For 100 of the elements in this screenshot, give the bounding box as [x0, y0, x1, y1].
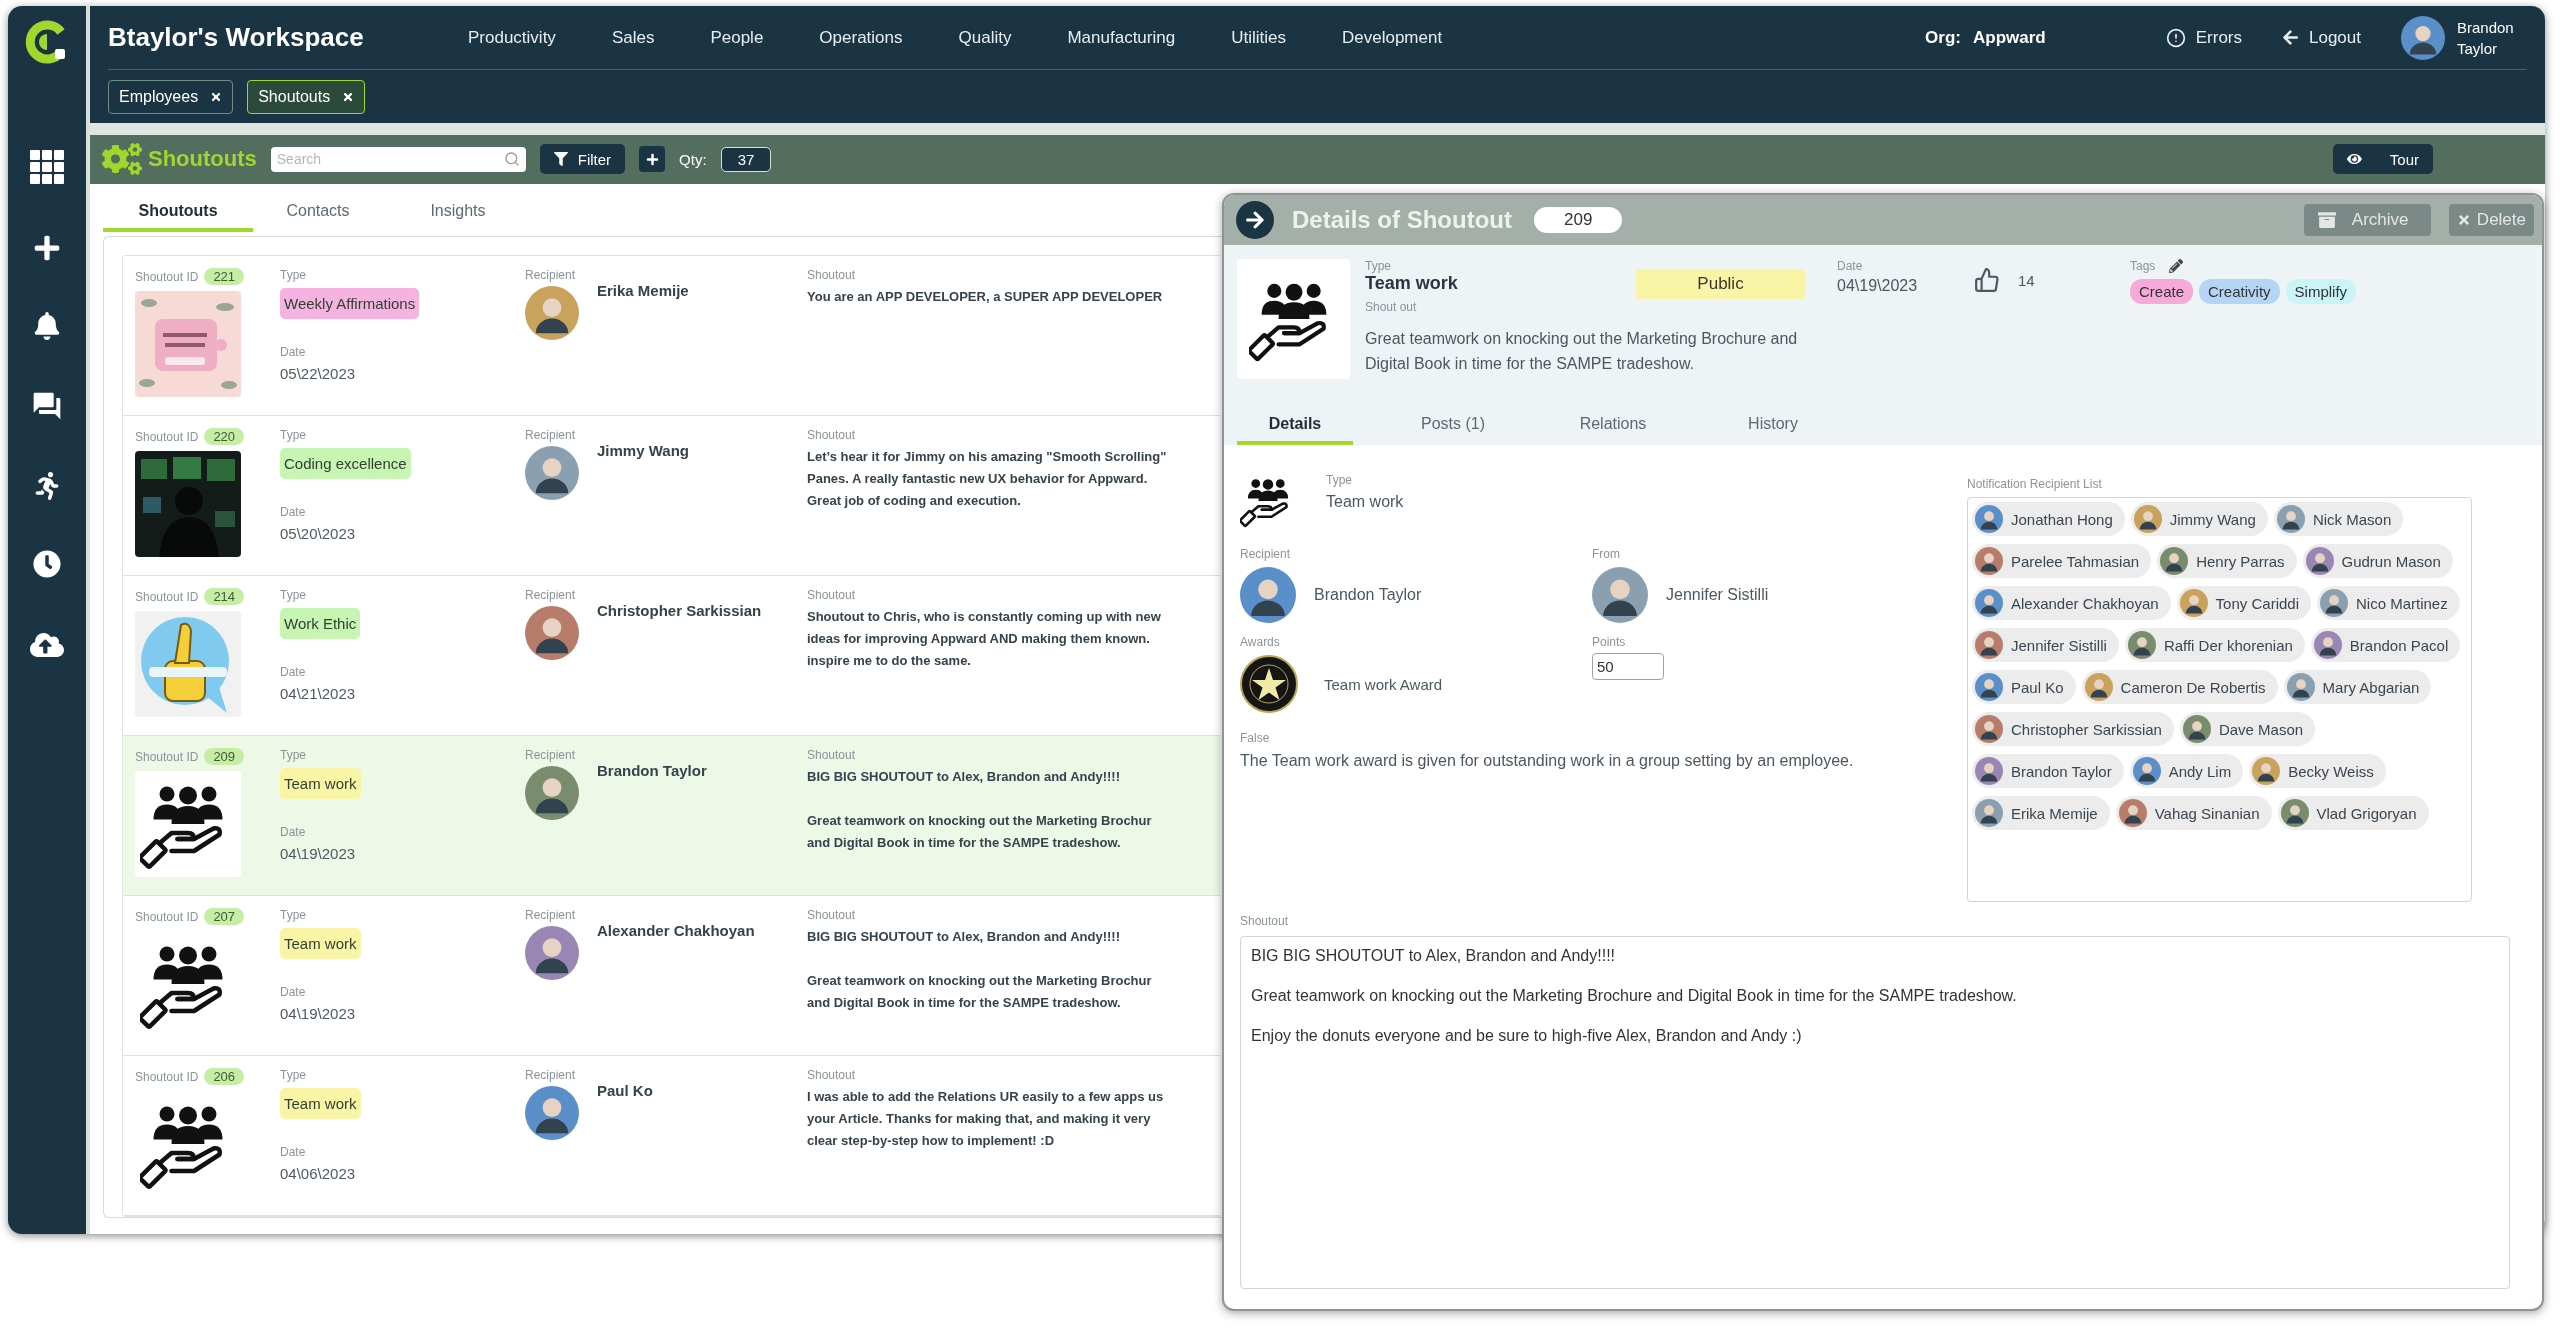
- app-grid-icon[interactable]: [30, 150, 64, 184]
- list-row[interactable]: Shoutout ID 221 Type Weekly Affirmations Date 05\22\2023 Recipient Erika Memije Shoutout You are an APP DEVELOPER, a SUPER APP DEVELOPER: [123, 256, 1220, 416]
- shoutout-text: Great teamwork on knocking out the Marketing Brochur and Digital Book in time for the SAMPE tradeshow.: [807, 972, 1153, 1012]
- field-label: Shoutout ID: [135, 749, 199, 764]
- award-description: The Team work award is given for outstanding work in a group setting by an employee.: [1240, 751, 1855, 771]
- avatar: [525, 286, 579, 340]
- field-label: Date: [280, 505, 307, 519]
- list-row[interactable]: [123, 736, 1220, 896]
- tour-button[interactable]: Tour: [2333, 144, 2433, 175]
- logout-link[interactable]: Logout: [2282, 27, 2361, 48]
- id-badge: 207: [204, 908, 245, 925]
- open-tab[interactable]: Employees: [108, 79, 234, 114]
- recipient-chip: Raffi Der khorenian: [2124, 628, 2305, 662]
- nav-item[interactable]: Operations: [819, 27, 903, 48]
- tab[interactable]: Contacts: [253, 202, 383, 232]
- errors-link[interactable]: Errors: [2165, 27, 2242, 48]
- recipient-name: Alexander Chakhoyan: [597, 922, 756, 939]
- tab[interactable]: Posts (1): [1393, 415, 1513, 445]
- tab[interactable]: Relations: [1553, 415, 1673, 445]
- recipient-name: Christopher Sarkissian: [597, 602, 763, 619]
- field-label: Points: [1592, 635, 1627, 649]
- close-icon[interactable]: [210, 90, 223, 103]
- recipient-chip: Andy Lim: [2129, 754, 2244, 788]
- search-field[interactable]: Search: [270, 146, 526, 172]
- avatar: [2276, 505, 2305, 533]
- nav-item[interactable]: Quality: [958, 27, 1012, 48]
- thumbs-up-icon[interactable]: [1974, 267, 2000, 293]
- tab[interactable]: History: [1713, 415, 1833, 445]
- avatar: [2252, 757, 2281, 785]
- field-label: Date: [1837, 259, 1864, 273]
- type-tag: Team work: [280, 1088, 361, 1119]
- field-label: Recipient: [525, 908, 577, 922]
- recipient-chip: Gudrun Mason: [2302, 544, 2453, 578]
- field-label: Shoutout: [807, 748, 857, 762]
- type-tag: Team work: [280, 768, 361, 799]
- user-name: Brandon Taylor: [2457, 17, 2515, 59]
- recipient-chip: Erika Memije: [1972, 796, 2110, 830]
- field-label: Date: [280, 1145, 307, 1159]
- recipient-chip: Mary Abgarian: [2283, 670, 2432, 704]
- avatar: [1592, 567, 1648, 623]
- avatar: [1975, 631, 2003, 659]
- shoutout-text: Great teamwork on knocking out the Marketing Brochur and Digital Book in time for the SAMPE tradeshow.: [807, 812, 1153, 852]
- open-tab[interactable]: Shoutouts: [247, 79, 366, 114]
- field-label: False: [1240, 731, 1271, 745]
- tab[interactable]: Details: [1237, 415, 1353, 445]
- add-icon[interactable]: [33, 234, 61, 262]
- field-label: Shoutout ID: [135, 429, 199, 444]
- search-icon[interactable]: [503, 150, 520, 167]
- nav-item[interactable]: Sales: [611, 27, 655, 48]
- recipient-chip: Dave Mason: [2179, 712, 2316, 746]
- avatar: [2127, 631, 2156, 659]
- summary-text: Great teamwork on knocking out the Marketing Brochure and Digital Book in time for the SAMPE tradeshow.: [1365, 328, 1799, 374]
- bell-icon[interactable]: [33, 312, 61, 340]
- field-label: Shoutout: [1240, 914, 1290, 928]
- back-button[interactable]: [1236, 201, 1274, 239]
- add-button[interactable]: [639, 146, 666, 173]
- recipient-chip: Alexander Chakhoyan: [1972, 586, 2171, 620]
- recipient-chip: Nick Mason: [2273, 502, 2404, 536]
- recipient-name: Paul Ko: [597, 1082, 654, 1099]
- avatar: [1975, 715, 2003, 743]
- recipient-chip: Vahag Sinanian: [2115, 796, 2272, 830]
- field-label: Type: [280, 588, 307, 602]
- field-label: Type: [280, 908, 307, 922]
- avatar: [1975, 589, 2003, 617]
- nav-item[interactable]: Utilities: [1231, 27, 1286, 48]
- avatar: [525, 1086, 579, 1140]
- avatar: [525, 926, 579, 980]
- tag: Simplify: [2285, 279, 2357, 304]
- recipient-chip: Cameron De Robertis: [2081, 670, 2278, 704]
- org-label: Org:: [1925, 27, 1961, 48]
- nav-item[interactable]: Development: [1341, 27, 1443, 48]
- field-label: Shoutout ID: [135, 269, 199, 284]
- nav-item[interactable]: Productivity: [468, 27, 556, 48]
- visibility-tag: Public: [1636, 269, 1805, 299]
- clock-icon[interactable]: [33, 550, 61, 578]
- recipient-name: Erika Memije: [597, 282, 690, 299]
- filter-icon: [553, 152, 568, 167]
- field-label: Type: [280, 1068, 307, 1082]
- type-tag: Coding excellence: [280, 448, 411, 479]
- avatar: [1975, 799, 2003, 827]
- field-label: Shoutout ID: [135, 1069, 199, 1084]
- workspace-title: Btaylor's Workspace: [108, 22, 365, 53]
- avatar: [2084, 673, 2113, 701]
- tab[interactable]: Shoutouts: [103, 202, 253, 232]
- filter-button[interactable]: Filter: [539, 144, 626, 175]
- tab[interactable]: Insights: [383, 202, 533, 232]
- field-label: Tags: [2130, 259, 2156, 273]
- running-icon[interactable]: [33, 472, 61, 500]
- nav-item[interactable]: People: [710, 27, 764, 48]
- points-field[interactable]: 50: [1592, 653, 1664, 680]
- close-icon[interactable]: [342, 90, 355, 103]
- field-label: Shoutout: [807, 908, 857, 922]
- shoutout-textarea[interactable]: BIG BIG SHOUTOUT to Alex, Brandon and Andy!!!! Great teamwork on knocking out the Marketing Brochure and Digital Book in time for the SAMPE tradeshow. Enjoy the donuts everyone and be sure to high-five Alex, Brandon and Andy :): [1240, 936, 2510, 1289]
- date-text: 04\19\2023: [1837, 277, 1919, 295]
- pencil-icon[interactable]: [2169, 259, 2184, 273]
- avatar: [2320, 589, 2348, 617]
- avatar: [2160, 547, 2189, 575]
- avatar: [1975, 757, 2003, 785]
- field-label: Shoutout ID: [135, 909, 199, 924]
- nav-item[interactable]: Manufacturing: [1067, 27, 1176, 48]
